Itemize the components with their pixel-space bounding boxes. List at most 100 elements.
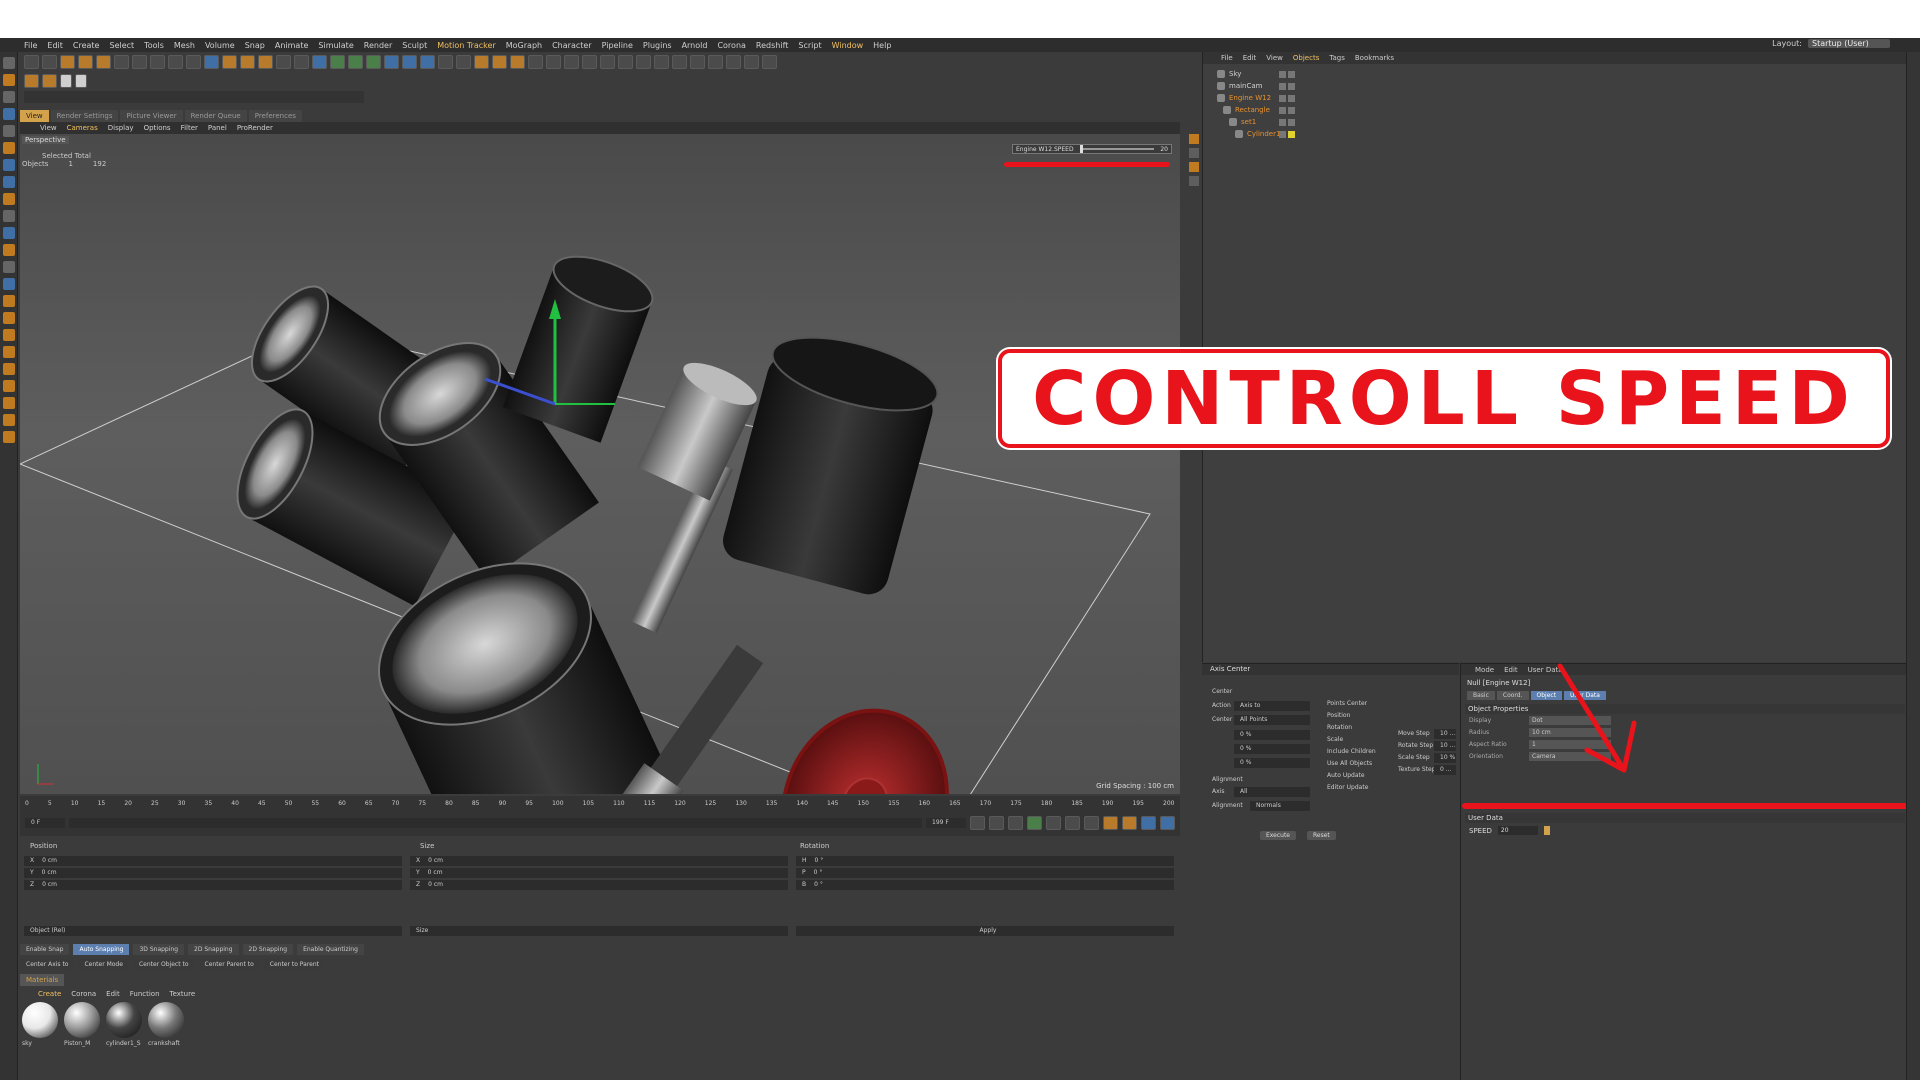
play-icon[interactable] bbox=[1027, 816, 1042, 830]
coord-p-field[interactable]: X 0 cm bbox=[24, 856, 402, 866]
speed-field[interactable]: 20 bbox=[1497, 826, 1538, 835]
center-option[interactable]: Center Object to bbox=[132, 958, 195, 970]
next-frame-icon[interactable] bbox=[1046, 816, 1061, 830]
tab-render-settings[interactable]: Render Settings bbox=[50, 110, 119, 122]
object-row[interactable]: Engine W12 bbox=[1203, 92, 1920, 104]
material-swatch[interactable]: cylinder1_S bbox=[106, 1002, 144, 1047]
coord-s-field[interactable]: Z 0 cm bbox=[410, 880, 788, 890]
viewport-menu-panel[interactable]: Panel bbox=[208, 124, 227, 132]
snap-option[interactable]: Enable Snap bbox=[20, 943, 70, 955]
alignment-select[interactable]: Normals bbox=[1250, 801, 1310, 811]
toolbar-tool-icon[interactable] bbox=[114, 55, 129, 69]
toolbar-tool-icon[interactable] bbox=[366, 55, 381, 69]
toolbar-tool-icon[interactable] bbox=[294, 55, 309, 69]
material-swatch[interactable]: crankshaft bbox=[148, 1002, 186, 1047]
toolbar-tool-icon[interactable] bbox=[204, 55, 219, 69]
render-view-icon[interactable] bbox=[42, 74, 57, 88]
material-swatch[interactable]: sky bbox=[22, 1002, 60, 1047]
palette-tool-icon[interactable] bbox=[3, 261, 15, 273]
reset-button[interactable]: Reset bbox=[1307, 831, 1336, 840]
attr-tab-coord-[interactable]: Coord. bbox=[1496, 691, 1529, 700]
tag-icon[interactable] bbox=[1288, 106, 1295, 114]
coord-s-field[interactable]: Y 0 cm bbox=[410, 868, 788, 878]
menu-corona[interactable]: Corona bbox=[717, 41, 745, 50]
toolbar-tool-icon[interactable] bbox=[240, 55, 255, 69]
palette-tool-icon[interactable] bbox=[3, 329, 15, 341]
tag-icon[interactable] bbox=[1288, 94, 1295, 102]
materials-menu-edit[interactable]: Edit bbox=[106, 990, 120, 998]
picture-viewer-icon[interactable] bbox=[60, 74, 72, 88]
palette-tool-icon[interactable] bbox=[3, 346, 15, 358]
materials-menu-create[interactable]: Create bbox=[38, 990, 61, 998]
axis-option-checkbox[interactable]: Points Center bbox=[1327, 700, 1367, 707]
visibility-dot-icon[interactable] bbox=[1279, 82, 1286, 90]
axis-option-checkbox[interactable]: Use All Objects bbox=[1327, 760, 1372, 767]
next-key-icon[interactable] bbox=[1065, 816, 1080, 830]
palette-tool-icon[interactable] bbox=[3, 74, 15, 86]
object-row[interactable]: Rectangle bbox=[1203, 104, 1920, 116]
object-row[interactable]: Sky bbox=[1203, 68, 1920, 80]
menu-plugins[interactable]: Plugins bbox=[643, 41, 672, 50]
toolbar-tool-icon[interactable] bbox=[348, 55, 363, 69]
toolbar-tool-icon[interactable] bbox=[672, 55, 687, 69]
palette-tool-icon[interactable] bbox=[3, 227, 15, 239]
toolbar-tool-icon[interactable] bbox=[528, 55, 543, 69]
axis-option-checkbox[interactable]: Include Children bbox=[1327, 748, 1376, 755]
prev-frame-icon[interactable] bbox=[1008, 816, 1023, 830]
menu-snap[interactable]: Snap bbox=[245, 41, 265, 50]
materials-menu-function[interactable]: Function bbox=[130, 990, 160, 998]
toolbar-tool-icon[interactable] bbox=[744, 55, 759, 69]
om-menu-bookmarks[interactable]: Bookmarks bbox=[1355, 54, 1394, 62]
axis-z-field[interactable]: 0 % bbox=[1234, 758, 1310, 768]
toolbar-tool-icon[interactable] bbox=[258, 55, 273, 69]
om-menu-objects[interactable]: Objects bbox=[1293, 54, 1319, 62]
center-option[interactable]: Center Axis to bbox=[20, 958, 75, 970]
viewport-menu-prorender[interactable]: ProRender bbox=[237, 124, 273, 132]
palette-tool-icon[interactable] bbox=[3, 380, 15, 392]
toolbar-tool-icon[interactable] bbox=[132, 55, 147, 69]
toolbar-tool-icon[interactable] bbox=[384, 55, 399, 69]
toolbar-tool-icon[interactable] bbox=[690, 55, 705, 69]
palette-tool-icon[interactable] bbox=[3, 193, 15, 205]
toolbar-tool-icon[interactable] bbox=[168, 55, 183, 69]
layout-switcher[interactable]: Layout: Startup (User) bbox=[1772, 39, 1890, 48]
visibility-dot-icon[interactable] bbox=[1279, 106, 1286, 114]
palette-tool-icon[interactable] bbox=[3, 295, 15, 307]
toolbar-tool-icon[interactable] bbox=[96, 55, 111, 69]
toolbar-tool-icon[interactable] bbox=[330, 55, 345, 69]
timeline[interactable]: 0 5 10 15 20 25 30 35 40 45 50 55 60 65 70 75 80 85 90 95 10… bbox=[20, 796, 1180, 836]
object-row[interactable]: set1 bbox=[1203, 116, 1920, 128]
axis-select[interactable]: All bbox=[1234, 787, 1310, 797]
om-menu-edit[interactable]: Edit bbox=[1243, 54, 1257, 62]
axis-option-checkbox[interactable]: Editor Update bbox=[1327, 784, 1368, 791]
toolbar-tool-icon[interactable] bbox=[492, 55, 507, 69]
om-menu-view[interactable]: View bbox=[1266, 54, 1283, 62]
center-option[interactable]: Center Parent to bbox=[198, 958, 260, 970]
material-swatch[interactable]: Piston_M bbox=[64, 1002, 102, 1047]
tab-preferences[interactable]: Preferences bbox=[248, 110, 302, 122]
palette-tool-icon[interactable] bbox=[3, 397, 15, 409]
tag-icon[interactable] bbox=[1288, 82, 1295, 90]
record-icon[interactable] bbox=[1189, 134, 1199, 144]
step-field[interactable]: 10 ... bbox=[1434, 729, 1456, 739]
toolbar-tool-icon[interactable] bbox=[402, 55, 417, 69]
menu-tools[interactable]: Tools bbox=[144, 41, 164, 50]
toolbar-tool-icon[interactable] bbox=[150, 55, 165, 69]
hud-speed-knob[interactable] bbox=[1079, 145, 1083, 153]
palette-tool-icon[interactable] bbox=[3, 431, 15, 443]
toolbar-tool-icon[interactable] bbox=[24, 55, 39, 69]
axis-option-checkbox[interactable]: Auto Update bbox=[1327, 772, 1365, 779]
toolbar-tool-icon[interactable] bbox=[474, 55, 489, 69]
toolbar-tool-icon[interactable] bbox=[654, 55, 669, 69]
toolbar-tool-icon[interactable] bbox=[276, 55, 291, 69]
menu-edit[interactable]: Edit bbox=[47, 41, 63, 50]
menu-mograph[interactable]: MoGraph bbox=[506, 41, 542, 50]
attr-tab-basic[interactable]: Basic bbox=[1467, 691, 1495, 700]
layout-select[interactable]: Startup (User) bbox=[1808, 39, 1890, 48]
toolbar-tool-icon[interactable] bbox=[312, 55, 327, 69]
attr-menu-mode[interactable]: Mode bbox=[1475, 666, 1494, 674]
menu-select[interactable]: Select bbox=[109, 41, 134, 50]
materials-menu-texture[interactable]: Texture bbox=[170, 990, 196, 998]
toolbar-tool-icon[interactable] bbox=[618, 55, 633, 69]
om-menu-file[interactable]: File bbox=[1221, 54, 1233, 62]
